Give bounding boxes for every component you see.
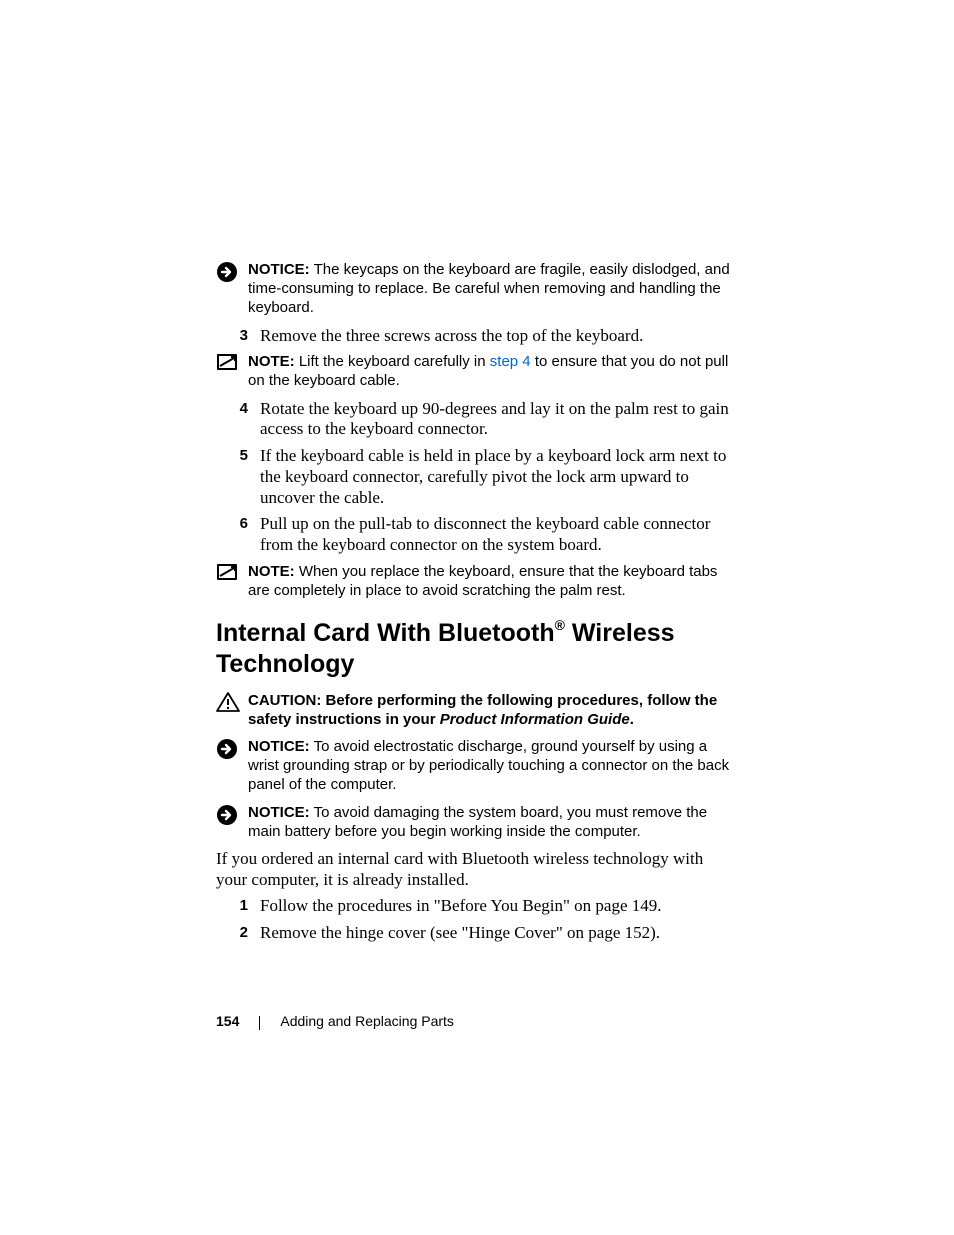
notice-text: NOTICE: To avoid electrostatic discharge… <box>248 737 738 795</box>
note-body: When you replace the keyboard, ensure th… <box>248 563 717 599</box>
step-item: 4 Rotate the keyboard up 90-degrees and … <box>216 399 738 440</box>
body-paragraph: If you ordered an internal card with Blu… <box>216 849 738 890</box>
note-text: NOTE: When you replace the keyboard, ens… <box>248 562 738 600</box>
note-block: NOTE: Lift the keyboard carefully in ste… <box>216 352 738 390</box>
step-number: 4 <box>216 399 260 419</box>
notice-icon <box>216 803 248 826</box>
notice-body: The keycaps on the keyboard are fragile,… <box>248 261 730 316</box>
notice-text: NOTICE: The keycaps on the keyboard are … <box>248 260 738 318</box>
footer-divider <box>259 1016 260 1030</box>
caution-lead: CAUTION: <box>248 692 326 709</box>
step-number: 3 <box>216 326 260 346</box>
notice-body: To avoid electrostatic discharge, ground… <box>248 738 729 793</box>
caution-tail: . <box>630 711 634 728</box>
step-link[interactable]: step 4 <box>490 353 531 370</box>
registered-mark: ® <box>555 617 565 633</box>
notice-lead: NOTICE: <box>248 804 310 821</box>
step-number: 2 <box>216 923 260 943</box>
note-icon <box>216 352 248 371</box>
notice-icon <box>216 737 248 760</box>
step-item: 3 Remove the three screws across the top… <box>216 326 738 347</box>
notice-lead: NOTICE: <box>248 738 310 755</box>
notice-block: NOTICE: To avoid electrostatic discharge… <box>216 737 738 795</box>
notice-text: NOTICE: To avoid damaging the system boa… <box>248 803 738 841</box>
note-icon <box>216 562 248 581</box>
note-lead: NOTE: <box>248 563 295 580</box>
notice-block: NOTICE: The keycaps on the keyboard are … <box>216 260 738 318</box>
step-number: 5 <box>216 446 260 466</box>
page-number: 154 <box>216 1013 239 1029</box>
step-item: 2 Remove the hinge cover (see "Hinge Cov… <box>216 923 738 944</box>
note-lead: NOTE: <box>248 353 295 370</box>
page-footer: 154 Adding and Replacing Parts <box>216 1013 454 1029</box>
caution-icon <box>216 691 248 712</box>
caution-block: CAUTION: Before performing the following… <box>216 691 738 729</box>
step-text: If the keyboard cable is held in place b… <box>260 446 738 508</box>
notice-block: NOTICE: To avoid damaging the system boa… <box>216 803 738 841</box>
step-text: Pull up on the pull-tab to disconnect th… <box>260 514 738 555</box>
note-pre: Lift the keyboard carefully in <box>295 353 490 370</box>
section-heading: Internal Card With Bluetooth® Wireless T… <box>216 618 738 681</box>
step-number: 6 <box>216 514 260 534</box>
footer-section: Adding and Replacing Parts <box>280 1013 454 1029</box>
step-text: Rotate the keyboard up 90-degrees and la… <box>260 399 738 440</box>
step-number: 1 <box>216 896 260 916</box>
step-item: 1 Follow the procedures in "Before You B… <box>216 896 738 917</box>
heading-pre: Internal Card With Bluetooth <box>216 619 555 647</box>
notice-body: To avoid damaging the system board, you … <box>248 804 707 840</box>
step-text: Remove the three screws across the top o… <box>260 326 738 347</box>
notice-lead: NOTICE: <box>248 261 310 278</box>
notice-icon <box>216 260 248 283</box>
step-text: Follow the procedures in "Before You Beg… <box>260 896 738 917</box>
caution-text: CAUTION: Before performing the following… <box>248 691 738 729</box>
step-text: Remove the hinge cover (see "Hinge Cover… <box>260 923 738 944</box>
step-item: 5 If the keyboard cable is held in place… <box>216 446 738 508</box>
caution-ital: Product Information Guide <box>440 711 630 728</box>
note-block: NOTE: When you replace the keyboard, ens… <box>216 562 738 600</box>
note-text: NOTE: Lift the keyboard carefully in ste… <box>248 352 738 390</box>
step-item: 6 Pull up on the pull-tab to disconnect … <box>216 514 738 555</box>
